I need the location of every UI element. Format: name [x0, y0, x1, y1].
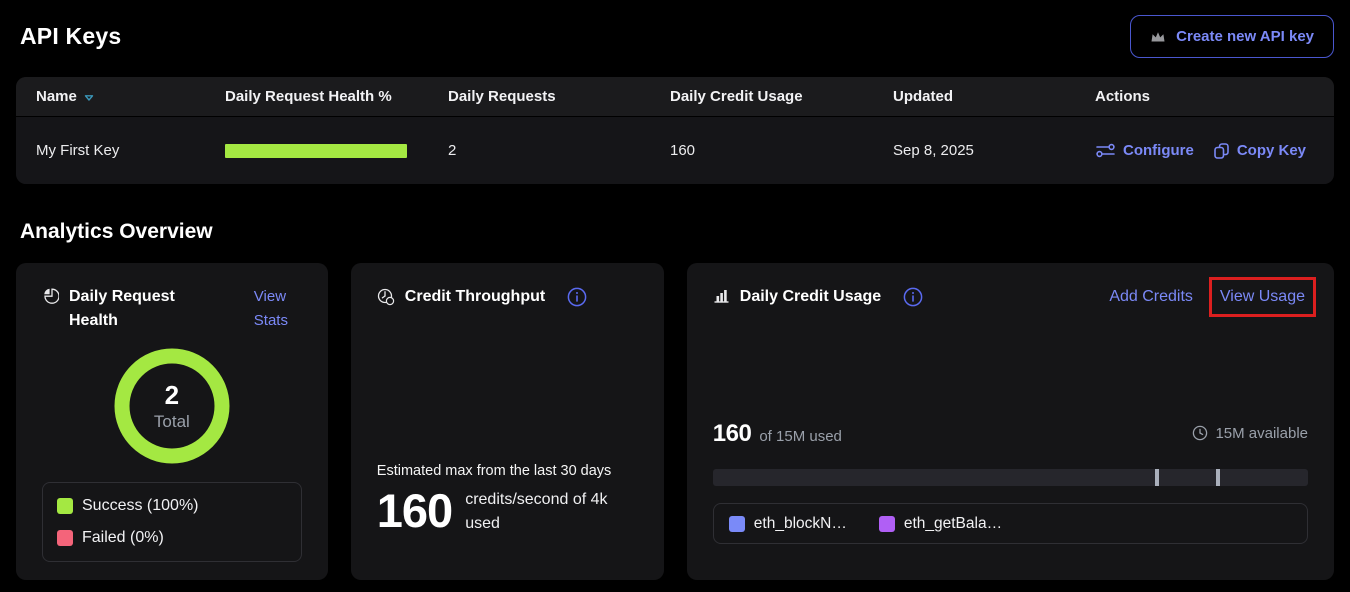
column-header-updated: Updated	[893, 88, 1095, 105]
bar-chart-icon	[713, 288, 730, 309]
request-health-legend: Success (100%) Failed (0%)	[42, 482, 302, 562]
credit-usage-legend: eth_blockN… eth_getBala…	[713, 503, 1308, 544]
credits-used-suffix: of 15M used	[759, 428, 842, 445]
usage-summary: 160 of 15M used 15M available	[713, 420, 1308, 448]
red-highlight-annotation: View Usage	[1209, 277, 1316, 317]
info-icon[interactable]	[903, 287, 923, 312]
column-header-daily-credit-usage: Daily Credit Usage	[670, 88, 893, 105]
table-row: My First Key 2 160 Sep 8, 2025	[16, 117, 1334, 184]
credit-usage-progress-bar	[713, 469, 1308, 486]
table-header-row: Name Daily Request Health % Daily Reques…	[16, 77, 1334, 117]
dashboard: API Keys Create new API key Name Daily R…	[0, 0, 1350, 580]
daily-credit-usage-value: 160	[670, 142, 893, 159]
request-health-donut-chart: 2 Total	[111, 345, 233, 467]
actions-cell: Configure Copy Key	[1095, 142, 1314, 160]
add-credits-link[interactable]: Add Credits	[1109, 288, 1193, 306]
throughput-subtitle: Estimated max from the last 30 days	[377, 463, 638, 479]
throughput-unit: credits/second of 4k used	[465, 488, 638, 536]
crown-icon	[1150, 30, 1166, 43]
failed-swatch	[57, 530, 73, 546]
copy-icon	[1213, 142, 1230, 160]
legend-item-eth-blocknumber: eth_blockN…	[729, 515, 847, 533]
card-title: Daily Credit Usage	[740, 285, 881, 309]
method-swatch	[729, 516, 745, 532]
top-bar: API Keys Create new API key	[16, 15, 1334, 58]
analytics-section-title: Analytics Overview	[20, 220, 1334, 244]
credits-used-value: 160	[713, 420, 752, 448]
column-header-name[interactable]: Name	[36, 88, 225, 105]
clock-icon	[1192, 425, 1208, 441]
sort-chevron-down-icon[interactable]	[84, 94, 94, 102]
api-keys-table: Name Daily Request Health % Daily Reques…	[16, 77, 1334, 184]
progress-tick	[1155, 469, 1159, 486]
pie-chart-icon	[42, 288, 59, 310]
success-swatch	[57, 498, 73, 514]
donut-total-label: Total	[154, 412, 190, 432]
column-header-health: Daily Request Health %	[225, 88, 448, 105]
create-api-key-button[interactable]: Create new API key	[1130, 15, 1334, 58]
sliders-icon	[1095, 143, 1116, 158]
donut-total-value: 2	[165, 380, 179, 411]
create-api-key-label: Create new API key	[1176, 28, 1314, 45]
health-bar	[225, 144, 407, 158]
view-stats-link[interactable]: View Stats	[254, 285, 302, 333]
analytics-cards: Daily Request Health View Stats 2 Total …	[16, 263, 1334, 580]
column-header-actions: Actions	[1095, 88, 1314, 105]
credit-throughput-card: Credit Throughput Estimated max from the…	[351, 263, 664, 580]
progress-tick	[1216, 469, 1220, 486]
credits-available: 15M available	[1192, 425, 1308, 442]
gauge-icon	[377, 288, 395, 311]
daily-credit-usage-card: Daily Credit Usage Add Credits View Usag…	[687, 263, 1334, 580]
view-usage-link[interactable]: View Usage	[1220, 288, 1305, 305]
column-header-daily-requests: Daily Requests	[448, 88, 670, 105]
credits-available-label: 15M available	[1215, 425, 1308, 442]
legend-item-success: Success (100%)	[57, 490, 287, 522]
legend-item-eth-getbalance: eth_getBala…	[879, 515, 1002, 533]
throughput-value: 160	[377, 486, 452, 536]
copy-key-button[interactable]: Copy Key	[1213, 142, 1306, 160]
api-key-name: My First Key	[36, 142, 225, 159]
info-icon[interactable]	[567, 287, 587, 312]
daily-requests-value: 2	[448, 142, 670, 159]
method-swatch	[879, 516, 895, 532]
card-title: Credit Throughput	[405, 285, 545, 309]
configure-button[interactable]: Configure	[1095, 142, 1194, 159]
legend-item-failed: Failed (0%)	[57, 522, 287, 554]
page-title: API Keys	[20, 23, 121, 50]
updated-value: Sep 8, 2025	[893, 142, 1095, 159]
health-bar-track	[225, 144, 407, 158]
card-title: Daily Request Health	[69, 285, 191, 333]
daily-request-health-card: Daily Request Health View Stats 2 Total …	[16, 263, 328, 580]
